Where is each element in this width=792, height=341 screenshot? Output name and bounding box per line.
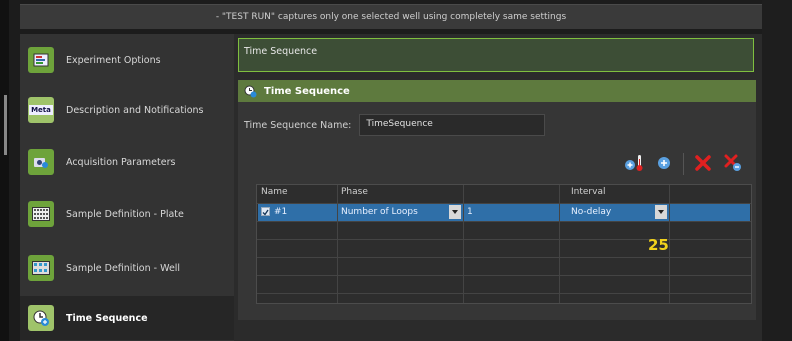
interval-select[interactable]: No-delay bbox=[571, 204, 611, 221]
time-sequence-icon bbox=[28, 305, 54, 331]
window-left-edge bbox=[0, 0, 9, 341]
sidebar-item-label: Time Sequence bbox=[66, 312, 148, 324]
sidebar: Experiment Options Meta Description and … bbox=[20, 34, 234, 341]
row-divider bbox=[257, 203, 751, 204]
right-margin bbox=[762, 0, 792, 341]
sidebar-item-label: Sample Definition - Well bbox=[66, 262, 181, 274]
toolbar-separator bbox=[683, 153, 684, 175]
well-grid-icon bbox=[28, 255, 54, 281]
sidebar-item-label: Acquisition Parameters bbox=[66, 156, 176, 168]
column-header-interval[interactable]: Interval bbox=[571, 187, 605, 197]
row-name-cell: #1 bbox=[274, 207, 288, 217]
sidebar-item-time-sequence[interactable]: Time Sequence bbox=[20, 296, 234, 340]
sidebar-item-label: Experiment Options bbox=[66, 54, 161, 66]
row-divider bbox=[257, 293, 751, 294]
add-icon bbox=[656, 155, 672, 174]
meta-icon: Meta bbox=[28, 97, 54, 123]
meta-icon-text: Meta bbox=[29, 105, 53, 115]
sidebar-item-acquisition[interactable]: Acquisition Parameters bbox=[20, 140, 234, 184]
sequence-name-input[interactable]: TimeSequence bbox=[359, 114, 546, 136]
experiment-options-icon bbox=[28, 47, 54, 73]
table-row[interactable] bbox=[258, 204, 750, 221]
test-run-notice: - "TEST RUN" captures only one selected … bbox=[20, 4, 762, 29]
sequence-name-label: Time Sequence Name: bbox=[244, 119, 352, 131]
phase-dropdown-button[interactable] bbox=[449, 205, 461, 219]
phase-select[interactable]: Number of Loops bbox=[341, 204, 418, 221]
loop-count-input[interactable]: 1 bbox=[467, 204, 473, 221]
sidebar-item-plate[interactable]: Sample Definition - Plate bbox=[20, 192, 234, 236]
column-header-name[interactable]: Name bbox=[261, 187, 288, 197]
row-divider bbox=[257, 221, 751, 222]
add-temperature-icon bbox=[623, 153, 645, 176]
sidebar-item-label: Description and Notifications bbox=[66, 104, 204, 116]
chevron-down-icon bbox=[658, 210, 664, 214]
phase-toolbar bbox=[617, 152, 746, 176]
add-temperature-button[interactable] bbox=[621, 152, 647, 176]
row-divider bbox=[257, 275, 751, 276]
delete-all-phases-button[interactable] bbox=[720, 152, 746, 176]
main-panel: Time Sequence Time Sequence Time Sequenc… bbox=[234, 34, 762, 341]
delete-all-icon bbox=[723, 153, 743, 176]
delete-phase-button[interactable] bbox=[690, 152, 716, 176]
row-divider bbox=[257, 239, 751, 240]
interval-dropdown-button[interactable] bbox=[655, 205, 667, 219]
sequence-name-row: Time Sequence Name: TimeSequence bbox=[244, 114, 546, 136]
time-sequence-icon bbox=[244, 85, 257, 98]
time-sequence-header: Time Sequence bbox=[238, 80, 756, 102]
phase-table: Name Phase Interval #1 Number of Loops 1… bbox=[256, 184, 752, 304]
annotation-number: 25 bbox=[648, 236, 669, 254]
sidebar-item-experiment-options[interactable]: Experiment Options bbox=[20, 38, 234, 82]
plate-grid-icon bbox=[28, 201, 54, 227]
row-checkbox[interactable] bbox=[261, 207, 270, 216]
section-title-field[interactable]: Time Sequence bbox=[238, 38, 754, 72]
sidebar-item-description[interactable]: Meta Description and Notifications bbox=[20, 88, 234, 132]
sidebar-item-label: Sample Definition - Plate bbox=[66, 208, 184, 220]
row-divider bbox=[257, 257, 751, 258]
chevron-down-icon bbox=[452, 210, 458, 214]
delete-icon bbox=[694, 154, 712, 175]
panel-title: Time Sequence bbox=[264, 85, 350, 97]
sidebar-item-well[interactable]: Sample Definition - Well bbox=[20, 246, 234, 290]
splitter-handle[interactable] bbox=[4, 95, 7, 155]
camera-icon bbox=[28, 149, 54, 175]
column-header-phase[interactable]: Phase bbox=[341, 187, 368, 197]
add-phase-button[interactable] bbox=[651, 152, 677, 176]
time-sequence-panel: Time Sequence Time Sequence Name: TimeSe… bbox=[238, 80, 756, 320]
